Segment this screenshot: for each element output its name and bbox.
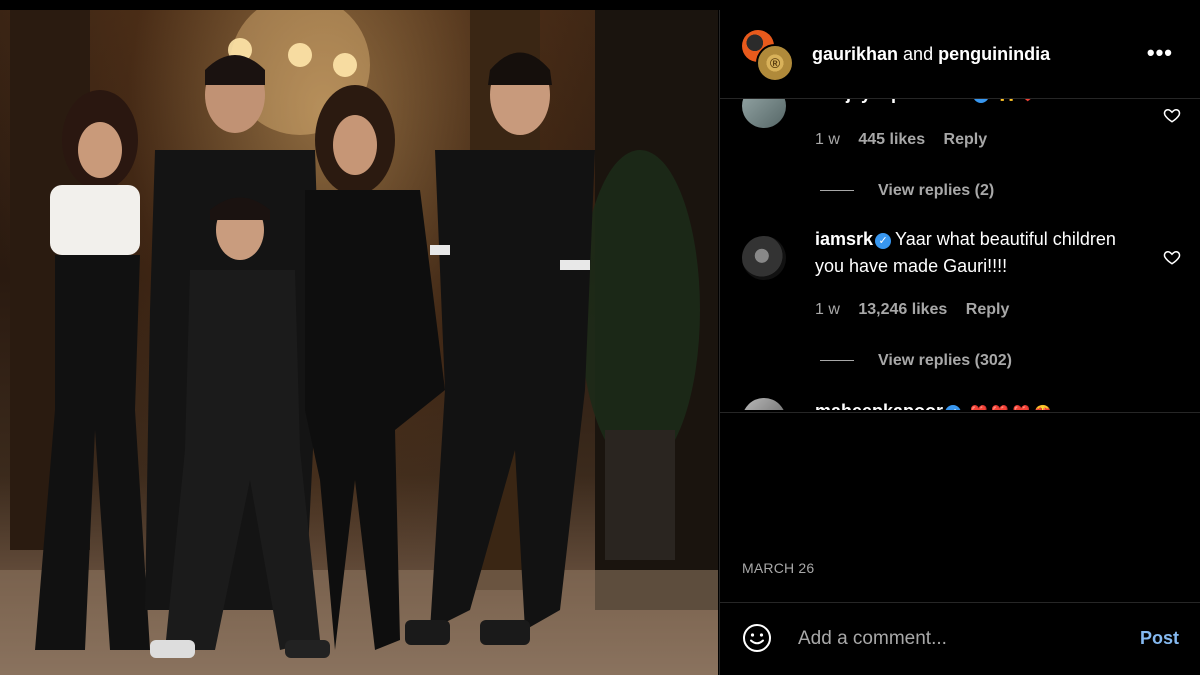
post-date[interactable]: MARCH 26: [742, 560, 814, 576]
comment-input[interactable]: [798, 625, 1098, 653]
reply-button[interactable]: Reply: [966, 301, 1010, 318]
comment-username[interactable]: iamsrk: [815, 229, 873, 249]
comment-body: sanjaykapoor2500✓ 🙌 ❤️: [815, 98, 1145, 108]
author-connector: and: [903, 44, 934, 64]
avatar-penguinindia[interactable]: ®: [756, 44, 794, 82]
view-replies-button[interactable]: View replies (302): [878, 352, 1012, 370]
emoji-icon[interactable]: [742, 623, 772, 653]
post-side-panel: ® gaurikhan and penguinindia ••• sanjayk…: [719, 10, 1200, 675]
heart-icon[interactable]: [1163, 106, 1181, 124]
comment-likes[interactable]: 13,246 likes: [858, 301, 947, 318]
avatar[interactable]: [742, 236, 786, 280]
comment-likes[interactable]: 445 likes: [858, 131, 925, 148]
comment-time: 1 w: [815, 301, 840, 318]
post-image[interactable]: [0, 10, 718, 675]
comment-username[interactable]: maheepkapoor: [815, 401, 943, 410]
author-link-secondary[interactable]: penguinindia: [938, 44, 1050, 64]
avatar[interactable]: [742, 398, 786, 410]
view-replies-button[interactable]: View replies (2): [878, 182, 994, 200]
family-photo-illustration: [0, 10, 718, 675]
section-divider: [720, 412, 1200, 413]
post-button[interactable]: Post: [1140, 628, 1179, 649]
post-authors: gaurikhan and penguinindia: [812, 44, 1050, 65]
verified-badge-icon: ✓: [875, 233, 892, 249]
comment-meta: 1 w 445 likes Reply: [815, 131, 1001, 149]
collab-avatars[interactable]: ®: [742, 30, 794, 82]
add-comment-bar: Post: [720, 603, 1200, 675]
comment-time: 1 w: [815, 131, 840, 148]
comment-body: iamsrk ✓ Yaar what beautiful children you …: [815, 226, 1145, 280]
heart-icon[interactable]: [1163, 248, 1181, 266]
post-header: ® gaurikhan and penguinindia •••: [720, 10, 1200, 99]
verified-badge-icon: ✓: [945, 405, 962, 410]
comment-meta: 1 w 13,246 likes Reply: [815, 301, 1023, 319]
avatar[interactable]: [742, 98, 786, 128]
comments-list[interactable]: sanjaykapoor2500✓ 🙌 ❤️ 1 w 445 likes Rep…: [720, 98, 1200, 410]
comment-body: maheepkapoor✓ ❤️ ❤️ ❤️ 😍: [815, 398, 1145, 410]
more-options-icon[interactable]: •••: [1147, 40, 1173, 66]
comment-text: ❤️ ❤️ ❤️ 😍: [970, 404, 1051, 410]
top-strip: [0, 0, 1200, 10]
author-link-primary[interactable]: gaurikhan: [812, 44, 898, 64]
reply-button[interactable]: Reply: [944, 131, 988, 148]
